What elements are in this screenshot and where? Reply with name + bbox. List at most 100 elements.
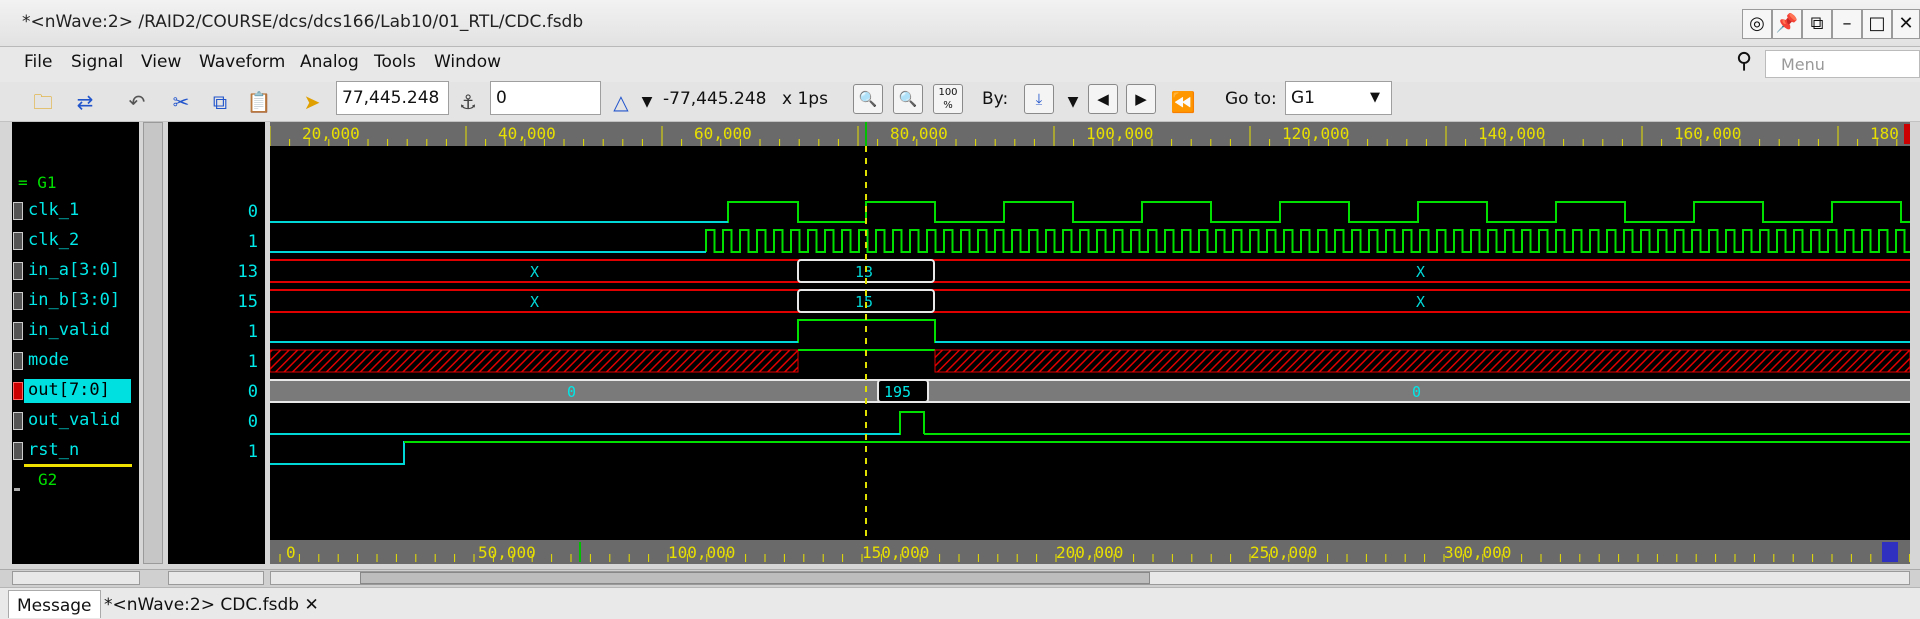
insertion-bar xyxy=(24,464,132,467)
out-value: 0 xyxy=(1412,383,1421,401)
in_b-value-x: X xyxy=(1416,293,1425,311)
wave-in_b: X 15 X xyxy=(270,289,1910,313)
wave-in_valid xyxy=(270,319,1910,343)
value-panel xyxy=(168,122,265,564)
bus-icon xyxy=(13,382,23,400)
tab-nwave-label: *<nWave:2> CDC.fsdb xyxy=(104,595,300,615)
marker-icon[interactable]: ⚓ xyxy=(453,87,483,117)
in_a-value: 13 xyxy=(855,263,873,281)
menu-waveform[interactable]: Waveform xyxy=(199,52,285,72)
maximize-button[interactable]: □ xyxy=(1862,9,1892,39)
top-ruler-label: 100,000 xyxy=(1086,124,1153,143)
view-range-marker xyxy=(1882,542,1898,562)
goto-label: Go to: xyxy=(1225,89,1277,109)
signal-icon xyxy=(13,202,23,220)
value-h-scrollbar[interactable] xyxy=(168,571,264,585)
bottom-ruler-label: 300,000 xyxy=(1444,543,1511,562)
undo-icon[interactable]: ↶ xyxy=(122,87,152,117)
signal-scrollbar[interactable] xyxy=(143,122,163,564)
go-back-icon[interactable]: ⏪ xyxy=(1168,87,1198,117)
undock-icon[interactable]: ⧉ xyxy=(1802,9,1832,39)
top-ruler-label: 20,000 xyxy=(302,124,360,143)
signal-rst_n[interactable]: rst_n xyxy=(28,440,79,460)
paste-icon[interactable]: 📋 xyxy=(244,87,274,117)
signal-mode[interactable]: mode xyxy=(28,350,69,370)
copy-icon[interactable]: ⧉ xyxy=(205,87,235,117)
group-g1[interactable]: = G1 xyxy=(18,173,57,192)
signal-icon xyxy=(13,442,23,460)
value-out_valid: 0 xyxy=(247,412,258,432)
search-backward-icon[interactable]: ◀ xyxy=(1088,84,1118,114)
minimize-button[interactable]: – xyxy=(1832,9,1862,39)
zoom-fit-icon[interactable]: 100 % xyxy=(933,84,963,114)
bottom-ruler-label: 200,000 xyxy=(1056,543,1123,562)
out-value: 0 xyxy=(567,383,576,401)
app-menu-icon[interactable]: ◎ xyxy=(1742,9,1772,39)
zoom-in-icon[interactable]: 🔍 xyxy=(893,84,923,114)
value-in_valid: 1 xyxy=(247,322,258,342)
wave-in_a: X 13 X xyxy=(270,259,1910,283)
pin-icon[interactable]: 📌 xyxy=(1772,9,1802,39)
top-ruler-label: 120,000 xyxy=(1282,124,1349,143)
group-g2[interactable]: G2 xyxy=(38,470,57,489)
menu-window[interactable]: Window xyxy=(434,52,501,72)
top-ruler-label: 80,000 xyxy=(890,124,948,143)
marker-time-field[interactable]: 0 xyxy=(490,81,601,115)
search-by-dropdown-icon[interactable]: ▼ xyxy=(1058,87,1088,117)
search-forward-icon[interactable]: ▶ xyxy=(1126,84,1156,114)
cut-icon[interactable]: ✂ xyxy=(166,87,196,117)
signal-icon xyxy=(13,412,23,430)
signal-in_b[interactable]: in_b[3:0] xyxy=(28,290,120,310)
signal-out[interactable]: out[7:0] xyxy=(28,380,110,400)
menu-bar xyxy=(0,47,1920,82)
tab-message[interactable]: Message xyxy=(8,590,101,618)
open-folder-icon[interactable]: 🗀 xyxy=(28,87,58,117)
signal-in_valid[interactable]: in_valid xyxy=(28,320,110,340)
signal-icon xyxy=(13,322,23,340)
value-rst_n: 1 xyxy=(247,442,258,462)
menu-search-input[interactable]: Menu xyxy=(1765,50,1920,78)
search-by-icon[interactable]: ⤓ xyxy=(1024,84,1054,114)
delta-value: -77,445.248 xyxy=(663,89,767,109)
menu-view[interactable]: View xyxy=(141,52,181,72)
wave-rst_n xyxy=(270,441,1910,465)
menu-analog[interactable]: Analog xyxy=(300,52,359,72)
menu-file[interactable]: File xyxy=(24,52,52,72)
pointer-icon[interactable]: ➤ xyxy=(297,87,327,117)
menu-tools[interactable]: Tools xyxy=(374,52,416,72)
signal-in_a[interactable]: in_a[3:0] xyxy=(28,260,120,280)
bottom-ruler-label: 250,000 xyxy=(1250,543,1317,562)
cursor-time-field[interactable]: 77,445.248 xyxy=(336,81,449,115)
bus-icon xyxy=(13,292,23,310)
value-clk_2: 1 xyxy=(247,232,258,252)
wave-clk_1 xyxy=(270,201,1910,223)
signal-clk_1[interactable]: clk_1 xyxy=(28,200,79,220)
top-ruler-label: 40,000 xyxy=(498,124,556,143)
bottom-ruler-label: 150,000 xyxy=(862,543,929,562)
wave-mode xyxy=(270,349,1910,373)
waveform-panel[interactable]: 20,000 40,000 60,000 80,000 100,000 120,… xyxy=(270,122,1910,564)
value-mode: 1 xyxy=(247,352,258,372)
wave-h-scrollbar-thumb[interactable] xyxy=(360,572,1150,584)
signal-out_valid[interactable]: out_valid xyxy=(28,410,120,430)
wave-clk_2 xyxy=(705,229,1910,253)
bus-icon xyxy=(13,262,23,280)
in_b-value: 15 xyxy=(855,293,873,311)
tab-nwave[interactable]: *<nWave:2> CDC.fsdb ✕ xyxy=(96,590,327,618)
goto-dropdown-icon[interactable]: ▼ xyxy=(1370,90,1380,105)
top-ruler-label: 180 xyxy=(1870,124,1899,143)
value-clk_1: 0 xyxy=(247,202,258,222)
zoom-out-icon[interactable]: 🔍 xyxy=(853,84,883,114)
signal-h-scrollbar[interactable] xyxy=(12,571,140,585)
signal-icon xyxy=(13,352,23,370)
reload-icon[interactable]: ⇄ xyxy=(70,87,100,117)
signal-clk_2[interactable]: clk_2 xyxy=(28,230,79,250)
bottom-ruler-label: 50,000 xyxy=(478,543,536,562)
time-unit: x 1ps xyxy=(782,89,828,109)
close-tab-icon[interactable]: ✕ xyxy=(304,595,318,615)
menu-signal[interactable]: Signal xyxy=(71,52,123,72)
close-button[interactable]: ✕ xyxy=(1892,9,1920,39)
delta-dropdown-icon[interactable]: ▼ xyxy=(632,87,662,117)
in_a-value-x: X xyxy=(1416,263,1425,281)
group-g1-label: G1 xyxy=(37,173,57,192)
